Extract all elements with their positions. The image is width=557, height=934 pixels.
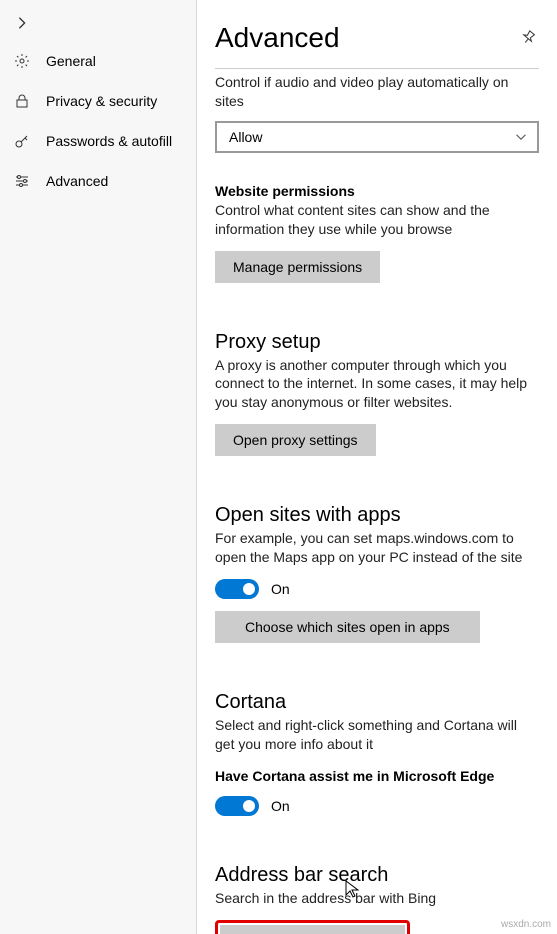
change-search-provider-button[interactable]: Change search provider xyxy=(220,925,405,934)
proxy-heading: Proxy setup xyxy=(215,331,539,354)
section-open-sites-apps: Open sites with apps For example, you ca… xyxy=(215,504,539,643)
proxy-desc: A proxy is another computer through whic… xyxy=(215,356,539,413)
section-cortana: Cortana Select and right-click something… xyxy=(215,691,539,816)
pin-icon[interactable] xyxy=(519,28,539,48)
sliders-icon xyxy=(14,173,32,189)
section-website-permissions: Website permissions Control what content… xyxy=(215,183,539,283)
page-title: Advanced xyxy=(215,22,340,54)
chevron-right-icon xyxy=(15,16,29,30)
cortana-toggle-label: On xyxy=(271,798,290,814)
open-sites-toggle-label: On xyxy=(271,581,290,597)
cortana-assist-label: Have Cortana assist me in Microsoft Edge xyxy=(215,768,539,784)
sidebar-item-label: General xyxy=(46,53,96,69)
sidebar-item-label: Passwords & autofill xyxy=(46,133,172,149)
sidebar: General Privacy & security Passwords & a… xyxy=(0,0,197,934)
select-value: Allow xyxy=(229,129,262,145)
sidebar-item-label: Advanced xyxy=(46,173,108,189)
highlight-annotation: Change search provider xyxy=(215,920,410,934)
back-button[interactable] xyxy=(2,5,42,41)
openwith-desc: For example, you can set maps.windows.co… xyxy=(215,529,539,567)
media-autoplay-select[interactable]: Allow xyxy=(215,121,539,153)
main-content: Advanced Control if audio and video play… xyxy=(197,0,557,934)
manage-permissions-button[interactable]: Manage permissions xyxy=(215,251,380,283)
sidebar-item-general[interactable]: General xyxy=(0,41,196,81)
lock-icon xyxy=(14,93,32,109)
cursor-icon xyxy=(345,880,359,898)
sidebar-item-privacy[interactable]: Privacy & security xyxy=(0,81,196,121)
choose-sites-apps-button[interactable]: Choose which sites open in apps xyxy=(215,611,480,643)
openwith-heading: Open sites with apps xyxy=(215,504,539,527)
watermark: wsxdn.com xyxy=(501,919,551,930)
cortana-heading: Cortana xyxy=(215,691,539,714)
divider xyxy=(215,68,539,69)
section-address-bar-search: Address bar search Search in the address… xyxy=(215,864,539,934)
permissions-heading: Website permissions xyxy=(215,183,539,199)
media-autoplay-desc: Control if audio and video play automati… xyxy=(215,73,539,111)
open-proxy-settings-button[interactable]: Open proxy settings xyxy=(215,424,376,456)
sidebar-item-passwords[interactable]: Passwords & autofill xyxy=(0,121,196,161)
chevron-down-icon xyxy=(515,131,527,143)
search-heading: Address bar search xyxy=(215,864,539,887)
permissions-desc: Control what content sites can show and … xyxy=(215,201,539,239)
search-desc: Search in the address bar with Bing xyxy=(215,889,539,908)
key-icon xyxy=(14,133,32,149)
open-sites-toggle[interactable] xyxy=(215,579,259,599)
gear-icon xyxy=(14,53,32,69)
sidebar-item-advanced[interactable]: Advanced xyxy=(0,161,196,201)
cortana-desc: Select and right-click something and Cor… xyxy=(215,716,539,754)
sidebar-item-label: Privacy & security xyxy=(46,93,157,109)
cortana-toggle[interactable] xyxy=(215,796,259,816)
section-proxy: Proxy setup A proxy is another computer … xyxy=(215,331,539,457)
